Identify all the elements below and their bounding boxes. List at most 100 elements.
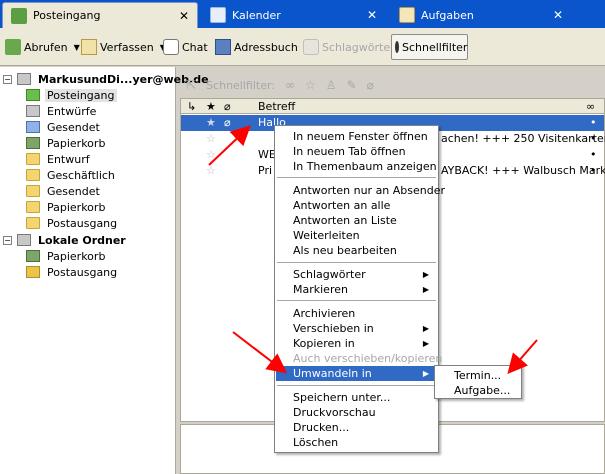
menu-item-label: Antworten an Liste [293,214,397,227]
tag-icon [303,39,319,55]
read-dot-icon[interactable]: • [590,132,597,145]
folder-posteingang[interactable]: Posteingang [26,87,117,103]
menu-item-open-new-tab[interactable]: In neuem Tab öffnen [276,144,437,159]
chat-button[interactable]: Chat [160,34,211,60]
close-icon[interactable]: ✕ [179,9,189,23]
close-icon[interactable]: ✕ [553,8,563,22]
menu-separator [277,177,436,178]
menu-item-move-copy-again: Auch verschieben/kopieren [276,351,442,366]
menu-item-print-preview[interactable]: Druckvorschau [276,405,437,420]
menu-item-forward[interactable]: Weiterleiten [276,228,437,243]
folder-local-papierkorb[interactable]: Papierkorb [26,248,107,264]
tag-filter-icon[interactable]: ✎ [347,78,357,92]
menu-item-label: In neuem Tab öffnen [293,145,406,158]
column-picker-icon[interactable]: ∞ [586,100,595,113]
pin-icon[interactable]: ⇱ [186,78,196,92]
get-messages-button[interactable]: Abrufen ▼ [2,34,83,60]
menu-item-save-as[interactable]: Speichern unter... [276,390,437,405]
menu-item-task[interactable]: Aufgabe... [436,383,520,398]
tab-label: Posteingang [33,9,101,22]
folder-icon [26,169,40,181]
attachment-column-icon[interactable]: ⌀ [224,100,231,113]
quickfilter-button[interactable]: Schnellfilter [391,34,468,60]
folder-label: Postausgang [47,265,118,279]
star-icon[interactable]: ☆ [206,164,216,177]
star-icon[interactable]: ☆ [206,148,216,161]
folder-entwuerfe[interactable]: Entwürfe [26,103,98,119]
menu-item-open-new-window[interactable]: In neuem Fenster öffnen [276,129,437,144]
folder-gesendet[interactable]: Gesendet [26,119,102,135]
menu-item-label: Druckvorschau [293,406,376,419]
addressbook-button[interactable]: Adressbuch [212,34,301,60]
starred-filter-icon[interactable]: ☆ [305,78,316,92]
menu-item-label: Antworten nur an Absender [293,184,446,197]
menu-item-move-to[interactable]: Verschieben in ▶ [276,321,437,336]
addressbook-label: Adressbuch [234,40,298,54]
star-icon[interactable]: ★ [206,116,216,129]
folder-label: Papierkorb [47,249,106,263]
addressbook-icon [215,39,231,55]
collapse-icon[interactable]: − [3,235,12,245]
chat-icon [163,39,179,55]
menu-item-event[interactable]: Termin... [436,368,520,383]
read-dot-icon[interactable]: • [590,148,597,161]
folder-papierkorb-2[interactable]: Papierkorb [26,199,107,215]
read-dot-icon[interactable]: • [590,164,597,177]
thread-header: ↳ ★ ⌀ Betreff ∞ [181,99,604,114]
folder-icon [26,201,40,213]
account-row-local[interactable]: − Lokale Ordner [3,232,128,248]
menu-item-copy-to[interactable]: Kopieren in ▶ [276,336,437,351]
menu-item-label: Weiterleiten [293,229,360,242]
folder-entwurf[interactable]: Entwurf [26,151,92,167]
folder-local-postausgang[interactable]: Postausgang [26,264,119,280]
calendar-icon [210,7,226,23]
inbox-icon [11,7,27,24]
collapse-icon[interactable]: − [3,74,12,84]
menu-item-delete[interactable]: Löschen [276,435,437,450]
menu-item-mark[interactable]: Markieren ▶ [276,282,437,297]
read-dot-icon[interactable]: • [590,116,597,129]
menu-item-reply-sender[interactable]: Antworten nur an Absender [276,183,445,198]
context-menu: In neuem Fenster öffnen In neuem Tab öff… [274,125,445,453]
menu-item-print[interactable]: Drucken... [276,420,437,435]
menu-separator [277,262,436,263]
menu-item-reply-list[interactable]: Antworten an Liste [276,213,437,228]
unread-filter-icon[interactable]: ∞ [285,78,295,92]
attachment-filter-icon[interactable]: ⌀ [367,78,374,92]
quickfilter-bar-label: Schnellfilter: [206,78,276,92]
get-messages-label: Abrufen [24,40,68,54]
tab-aufgaben[interactable]: Aufgaben ✕ [391,2,571,28]
folder-papierkorb[interactable]: Papierkorb [26,135,107,151]
menu-item-edit-as-new[interactable]: Als neu bearbeiten [276,243,437,258]
star-icon[interactable]: ☆ [206,132,216,145]
folder-label: Posteingang [45,88,117,102]
tags-label: Schlagwörter [322,40,395,54]
attachment-icon: ⌀ [224,116,231,129]
menu-item-label: Aufgabe... [454,384,511,397]
account-icon [17,73,31,85]
trash-folder-icon [26,250,40,262]
tab-posteingang[interactable]: Posteingang ✕ [2,2,198,28]
menu-item-show-thread[interactable]: In Themenbaum anzeigen [276,159,437,174]
folder-label: Geschäftlich [47,168,115,182]
folder-geschaeftlich[interactable]: Geschäftlich [26,167,117,183]
contact-filter-icon[interactable]: ♙ [326,78,337,92]
outbox-folder-icon [26,266,40,278]
menu-separator [277,300,436,301]
write-button[interactable]: Verfassen ▼ [78,34,169,60]
menu-item-label: In neuem Fenster öffnen [293,130,428,143]
menu-item-tags[interactable]: Schlagwörter ▶ [276,267,437,282]
star-column-icon[interactable]: ★ [206,100,216,113]
folder-label: Gesendet [47,184,100,198]
menu-item-archive[interactable]: Archivieren [276,306,437,321]
menu-item-label: Auch verschieben/kopieren [293,352,443,365]
computer-icon [17,234,31,246]
subject-column-header[interactable]: Betreff [258,100,295,113]
folder-postausgang[interactable]: Postausgang [26,215,119,231]
menu-item-reply-all[interactable]: Antworten an alle [276,198,437,213]
tab-kalender[interactable]: Kalender ✕ [202,2,385,28]
thread-column-icon[interactable]: ↳ [187,100,196,113]
menu-item-convert-to[interactable]: Umwandeln in ▶ [276,366,437,381]
folder-gesendet-2[interactable]: Gesendet [26,183,102,199]
close-icon[interactable]: ✕ [367,8,377,22]
